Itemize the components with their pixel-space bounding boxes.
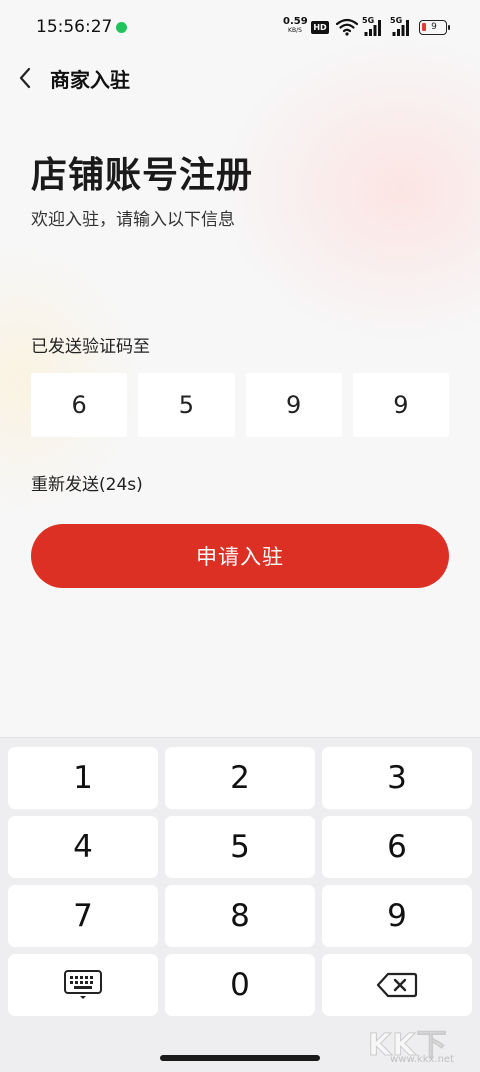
screen: 15:56:27 0.59 KB/S HD 5G 5G 9 商家入驻 店铺账号注… [0, 0, 480, 1072]
network-speed-value: 0.59 [283, 16, 308, 27]
code-digit-box[interactable]: 9 [352, 373, 449, 437]
code-digit-box[interactable]: 5 [138, 373, 235, 437]
key-1[interactable]: 1 [8, 747, 158, 809]
key-5[interactable]: 5 [165, 816, 315, 878]
network-type-label-2: 5G [390, 16, 403, 25]
page-title: 店铺账号注册 [31, 155, 254, 196]
code-digit-box[interactable]: 6 [31, 373, 128, 437]
status-time: 15:56:27 [36, 17, 113, 37]
network-speed-unit: KB/S [288, 27, 302, 34]
battery-level: 9 [431, 22, 437, 32]
key-3[interactable]: 3 [322, 747, 472, 809]
chevron-left-icon [19, 67, 31, 89]
keyboard-icon [64, 970, 102, 999]
app-notification-icon [116, 22, 127, 33]
code-digit-box[interactable]: 9 [245, 373, 342, 437]
back-button[interactable] [10, 60, 40, 96]
network-speed: 0.59 KB/S [283, 16, 308, 35]
battery-icon: 9 [419, 20, 450, 35]
key-9[interactable]: 9 [322, 885, 472, 947]
key-0[interactable]: 0 [165, 954, 315, 1016]
watermark-url: www.kkx.net [390, 1054, 454, 1065]
network-type-label-1: 5G [362, 16, 375, 25]
wifi-icon [336, 18, 358, 36]
backspace-icon [376, 972, 418, 998]
home-indicator[interactable] [160, 1055, 320, 1061]
submit-application-button[interactable]: 申请入驻 [31, 524, 449, 588]
resend-countdown[interactable]: 重新发送(24s) [31, 470, 143, 495]
key-4[interactable]: 4 [8, 816, 158, 878]
keyboard-switch-button[interactable] [8, 954, 158, 1016]
key-8[interactable]: 8 [165, 885, 315, 947]
backspace-button[interactable] [322, 954, 472, 1016]
key-7[interactable]: 7 [8, 885, 158, 947]
status-bar: 15:56:27 0.59 KB/S HD 5G 5G 9 [0, 0, 480, 56]
verification-code-input[interactable]: 6 5 9 9 [31, 373, 449, 437]
watermark: KK下载 www.kkx.net [368, 1020, 458, 1072]
key-6[interactable]: 6 [322, 816, 472, 878]
page-subtitle: 欢迎入驻，请输入以下信息 [31, 210, 235, 230]
hd-voice-icon: HD [311, 21, 329, 34]
key-2[interactable]: 2 [165, 747, 315, 809]
code-sent-label: 已发送验证码至 [31, 337, 150, 357]
nav-title: 商家入驻 [50, 68, 130, 92]
